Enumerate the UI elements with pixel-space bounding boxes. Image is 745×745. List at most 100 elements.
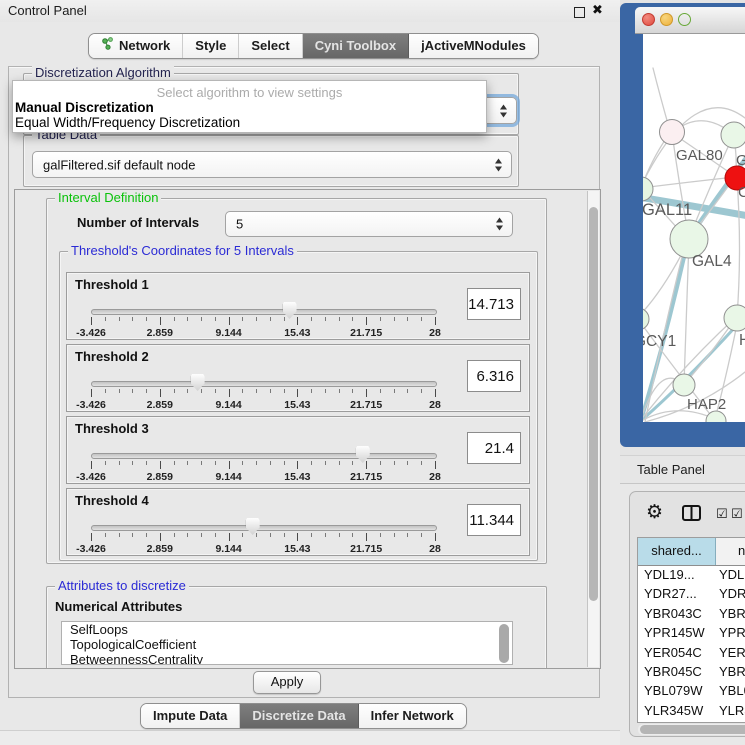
table-row[interactable]: YIL052CYIL0 [638,720,745,723]
checkbox-icon[interactable]: ☑ [731,507,743,520]
network-node-gcy1-node[interactable] [643,308,649,330]
table-row[interactable]: YBL079WYBL0 [638,681,745,700]
cell-shared-name: YDR27... [644,584,714,603]
zoom-traffic-light-icon[interactable] [678,13,691,26]
threshold-value-field[interactable]: 6.316 [467,360,521,392]
network-node-h-node[interactable] [724,305,745,331]
apply-button[interactable]: Apply [253,671,321,694]
tick-mark [91,461,92,469]
tick-mark [229,461,230,469]
cell-shared-name: YBR045C [644,662,714,681]
close-traffic-light-icon[interactable] [642,13,655,26]
table-row[interactable]: YPR145WYPR1 [638,623,745,642]
network-window-titlebar[interactable] [635,7,745,34]
network-node-hap2-node[interactable] [673,374,695,396]
algorithm-option-manual[interactable]: Manual Discretization [15,100,154,115]
tick-mark [256,389,257,393]
tick-mark [366,461,367,469]
network-node-green-node-topright[interactable] [721,122,745,148]
threshold-value-field[interactable]: 11.344 [467,504,521,536]
tick-mark [215,461,216,465]
table-row[interactable]: YER054CYER0 [638,643,745,662]
network-view-window[interactable]: GAL80GACGAL11GAL4GCY1HHAP2 [620,3,745,447]
list-scrollbar-thumb[interactable] [499,624,509,663]
settings-scroll-pane: Interval Definition Number of Intervals … [14,189,601,669]
threshold-value-field[interactable]: 21.4 [467,432,521,464]
slider-track[interactable] [91,525,437,531]
table-row[interactable]: YBR043CYBR0 [638,604,745,623]
attributes-group: Attributes to discretize Numerical Attri… [46,586,547,669]
tick-mark [187,533,188,537]
columns-icon[interactable] [682,505,701,526]
number-of-intervals-combo[interactable]: 5 [225,211,513,237]
algorithm-dropdown-popup: Select algorithm to view settings Manual… [12,80,487,133]
tick-mark [270,317,271,321]
float-window-icon[interactable] [574,7,585,18]
minimize-traffic-light-icon[interactable] [660,13,673,26]
scrollbar-track[interactable] [587,191,599,667]
attributes-group-title: Attributes to discretize [55,579,189,593]
numerical-attributes-list[interactable]: SelfLoopsTopologicalCoefficientBetweenne… [61,621,513,665]
threshold-label: Threshold 1 [75,277,149,292]
tick-label: 15.43 [284,327,310,339]
tick-mark [366,317,367,325]
tick-mark [242,533,243,537]
tab-cyni-toolbox[interactable]: Cyni Toolbox [303,34,409,58]
network-edge[interactable] [643,177,735,188]
table-data-group: Table Data galFiltered.sif default node [23,135,519,187]
table-row[interactable]: YDR27...YDR2 [638,584,745,603]
threshold-value-field[interactable]: 14.713 [467,288,521,320]
network-node-pink-node[interactable] [660,120,685,145]
attribute-list-item[interactable]: SelfLoops [62,622,512,637]
tick-mark [339,533,340,537]
cell-name: YBR0 [719,662,745,681]
tick-label: 9.144 [215,327,241,339]
tick-label: 28 [429,471,441,483]
tab-discretize-data[interactable]: Discretize Data [240,704,358,728]
scrollbar-thumb[interactable] [589,207,598,601]
gear-icon[interactable]: ⚙ [646,503,663,523]
stepper-icon [495,158,502,171]
tick-mark [339,389,340,393]
slider-track[interactable] [91,453,437,459]
checkbox-icon[interactable]: ☑ [716,507,728,520]
tick-mark [242,389,243,393]
table-panel-header[interactable]: Table Panel [620,455,745,484]
slider-track[interactable] [91,309,437,315]
tick-label: 21.715 [350,399,382,411]
tab-jactivemnodules[interactable]: jActiveMNodules [409,34,538,58]
column-header-shared-name[interactable]: shared... [638,538,716,565]
attribute-list-item[interactable]: TopologicalCoefficient [62,637,512,652]
node-table: shared... name YDL19...YDL1YDR27...YDR2Y… [637,537,745,723]
network-canvas[interactable]: GAL80GACGAL11GAL4GCY1HHAP2 [643,34,745,422]
tick-mark [105,317,106,321]
tab-select[interactable]: Select [239,34,302,58]
table-row[interactable]: YDL19...YDL1 [638,565,745,584]
tick-mark [284,389,285,393]
tick-mark [119,533,120,537]
attribute-list-item[interactable]: BetweennessCentrality [62,652,512,665]
column-header-name[interactable]: name [716,538,745,565]
network-node-label: GAL11 [643,201,692,219]
control-panel-titlebar[interactable]: Control Panel ✖ [0,0,620,22]
table-row[interactable]: YBR045C YBR0 [638,662,745,681]
cell-name: YDL1 [719,565,745,584]
tick-mark [339,461,340,465]
slider-track[interactable] [91,381,437,387]
tab-impute-data[interactable]: Impute Data [141,704,240,728]
tick-mark [270,389,271,393]
tick-mark [407,461,408,465]
interval-definition-title: Interval Definition [55,191,161,205]
hscrollbar-thumb[interactable] [640,725,745,734]
tab-network[interactable]: Network [89,34,183,58]
table-row[interactable]: YLR345WYLR3 [638,701,745,720]
close-icon[interactable]: ✖ [592,2,603,18]
table-data-combo[interactable]: galFiltered.sif default node [32,151,512,178]
tab-infer-network[interactable]: Infer Network [359,704,466,728]
cyni-toolbox-panel: Discretization Algorithm Table Data galF… [8,66,600,698]
tick-mark [297,317,298,325]
algorithm-option-equal-width[interactable]: Equal Width/Frequency Discretization [15,115,240,130]
tick-mark [352,389,353,393]
tick-mark [435,389,436,397]
tab-style[interactable]: Style [183,34,239,58]
